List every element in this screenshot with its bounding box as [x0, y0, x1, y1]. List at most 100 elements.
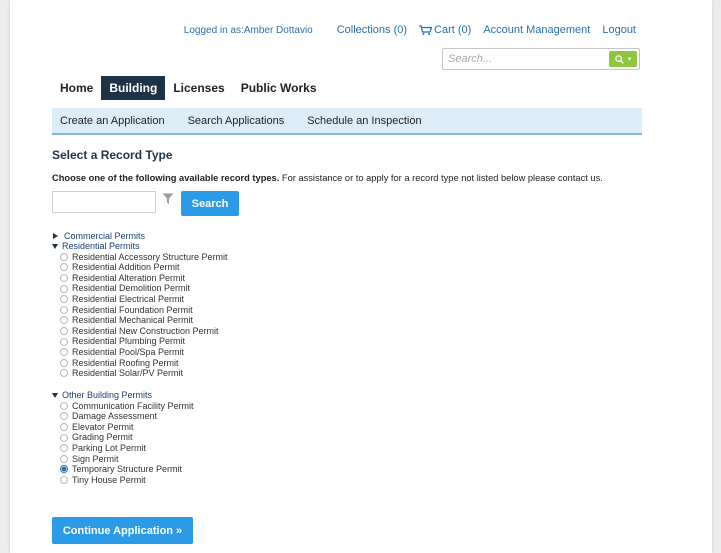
search-icon — [614, 54, 624, 64]
subtab-create-application[interactable]: Create an Application — [60, 115, 165, 127]
record-type-search-input[interactable] — [52, 191, 156, 213]
group-header-commercial-permits[interactable]: Commercial Permits — [52, 231, 145, 242]
radio-button[interactable] — [60, 295, 68, 304]
record-option[interactable]: Residential Foundation Permit — [52, 305, 228, 316]
tab-public-works[interactable]: Public Works — [233, 76, 325, 100]
record-option[interactable]: Damage Assessment — [52, 411, 194, 422]
record-option[interactable]: Residential New Construction Permit — [52, 326, 228, 337]
record-option[interactable]: Residential Mechanical Permit — [52, 315, 228, 326]
record-type-search-button[interactable]: Search — [181, 191, 239, 216]
group-label: Commercial Permits — [64, 231, 146, 241]
global-search-input[interactable] — [443, 52, 609, 66]
record-option-label: Grading Permit — [72, 432, 133, 443]
radio-button[interactable] — [60, 305, 68, 314]
record-option[interactable]: Residential Accessory Structure Permit — [52, 252, 228, 263]
record-option-label: Residential Roofing Permit — [72, 357, 179, 368]
cart-link[interactable]: Cart (0) — [419, 24, 471, 36]
record-option-label: Residential Plumbing Permit — [72, 336, 186, 347]
group-residential: Residential Permits Residential Accessor… — [52, 241, 228, 379]
tab-label: Public Works — [240, 81, 317, 95]
record-option[interactable]: Communication Facility Permit — [52, 401, 194, 412]
radio-button[interactable] — [60, 433, 68, 442]
cart-label: Cart (0) — [434, 24, 472, 36]
tab-home[interactable]: Home — [52, 76, 101, 100]
record-option-label: Residential Accessory Structure Permit — [72, 251, 228, 262]
tab-label: Licenses — [173, 81, 225, 95]
record-option-label: Communication Facility Permit — [72, 400, 194, 411]
radio-button[interactable] — [60, 476, 68, 485]
global-search: ▾ — [442, 48, 640, 70]
radio-button[interactable] — [60, 252, 68, 261]
record-option[interactable]: Sign Permit — [52, 454, 194, 465]
page-title: Select a Record Type — [52, 148, 173, 162]
record-option[interactable]: Parking Lot Permit — [52, 443, 194, 454]
record-option[interactable]: Residential Demolition Permit — [52, 283, 228, 294]
tab-label: Home — [60, 81, 94, 95]
radio-button[interactable] — [60, 401, 68, 410]
record-option-label: Elevator Permit — [72, 421, 134, 432]
continue-application-button[interactable]: Continue Application » — [52, 517, 193, 544]
radio-button[interactable] — [60, 412, 68, 421]
radio-button[interactable] — [60, 358, 68, 367]
subtab-search-applications[interactable]: Search Applications — [188, 115, 285, 127]
group-commercial: Commercial Permits — [52, 231, 145, 242]
group-header-other-building-permits[interactable]: Other Building Permits — [52, 390, 194, 401]
record-option[interactable]: Residential Electrical Permit — [52, 294, 228, 305]
record-option[interactable]: Elevator Permit — [52, 422, 194, 433]
record-option-label: Residential Mechanical Permit — [72, 315, 194, 326]
record-option-label: Tiny House Permit — [72, 474, 146, 485]
record-option[interactable]: Residential Solar/PV Permit — [52, 368, 228, 379]
record-option-label: Residential Solar/PV Permit — [72, 368, 184, 379]
radio-button[interactable] — [60, 369, 68, 378]
subtab-schedule-inspection[interactable]: Schedule an Inspection — [307, 115, 421, 127]
page-container: Logged in as:Amber Dottavio Collections … — [10, 0, 712, 553]
radio-button[interactable] — [60, 444, 68, 453]
main-nav: Home Building Licenses Public Works — [52, 76, 325, 100]
group-other-building: Other Building Permits Communication Fac… — [52, 390, 194, 485]
group-label: Other Building Permits — [62, 390, 153, 400]
radio-button[interactable] — [60, 284, 68, 293]
group-header-residential-permits[interactable]: Residential Permits — [52, 241, 228, 252]
radio-button[interactable] — [60, 263, 68, 272]
radio-button-selected[interactable] — [60, 465, 68, 474]
record-option[interactable]: Residential Plumbing Permit — [52, 336, 228, 347]
record-option-label: Parking Lot Permit — [72, 442, 147, 453]
chevron-down-icon: ▾ — [627, 56, 632, 63]
radio-button[interactable] — [60, 316, 68, 325]
global-search-button[interactable]: ▾ — [609, 51, 637, 67]
record-option[interactable]: Residential Alteration Permit — [52, 273, 228, 284]
radio-button[interactable] — [60, 423, 68, 432]
record-option-label: Residential Addition Permit — [72, 262, 180, 273]
radio-button[interactable] — [60, 348, 68, 357]
record-option-label: Residential Demolition Permit — [72, 283, 191, 294]
caret-down-icon — [52, 243, 58, 249]
record-option-label: Residential Pool/Spa Permit — [72, 346, 185, 357]
tab-label: Building — [109, 81, 158, 95]
record-option[interactable]: Grading Permit — [52, 432, 194, 443]
record-option[interactable]: Residential Addition Permit — [52, 262, 228, 273]
record-option-label: Damage Assessment — [72, 411, 158, 422]
record-option-label: Residential Alteration Permit — [72, 272, 186, 283]
radio-button[interactable] — [60, 274, 68, 283]
record-option-selected[interactable]: Temporary Structure Permit — [52, 464, 194, 475]
instruction-text: Choose one of the following available re… — [52, 173, 603, 183]
record-option-label: Residential New Construction Permit — [72, 325, 219, 336]
account-management-link[interactable]: Account Management — [483, 24, 590, 36]
caret-down-icon — [52, 392, 58, 398]
tab-building[interactable]: Building — [101, 76, 166, 100]
radio-button[interactable] — [60, 454, 68, 463]
radio-button[interactable] — [60, 327, 68, 336]
top-links: Logged in as:Amber Dottavio Collections … — [184, 24, 636, 36]
record-option-label: Sign Permit — [72, 453, 119, 464]
group-label: Residential Permits — [62, 241, 140, 251]
caret-right-icon — [53, 233, 58, 240]
record-option[interactable]: Residential Roofing Permit — [52, 358, 228, 369]
collections-link[interactable]: Collections (0) — [337, 24, 407, 36]
funnel-icon[interactable] — [162, 193, 174, 205]
tab-licenses[interactable]: Licenses — [165, 76, 232, 100]
radio-button[interactable] — [60, 337, 68, 346]
logged-in-label: Logged in as:Amber Dottavio — [183, 24, 313, 36]
record-option[interactable]: Residential Pool/Spa Permit — [52, 347, 228, 358]
record-option[interactable]: Tiny House Permit — [52, 475, 194, 486]
logout-link[interactable]: Logout — [602, 24, 636, 36]
